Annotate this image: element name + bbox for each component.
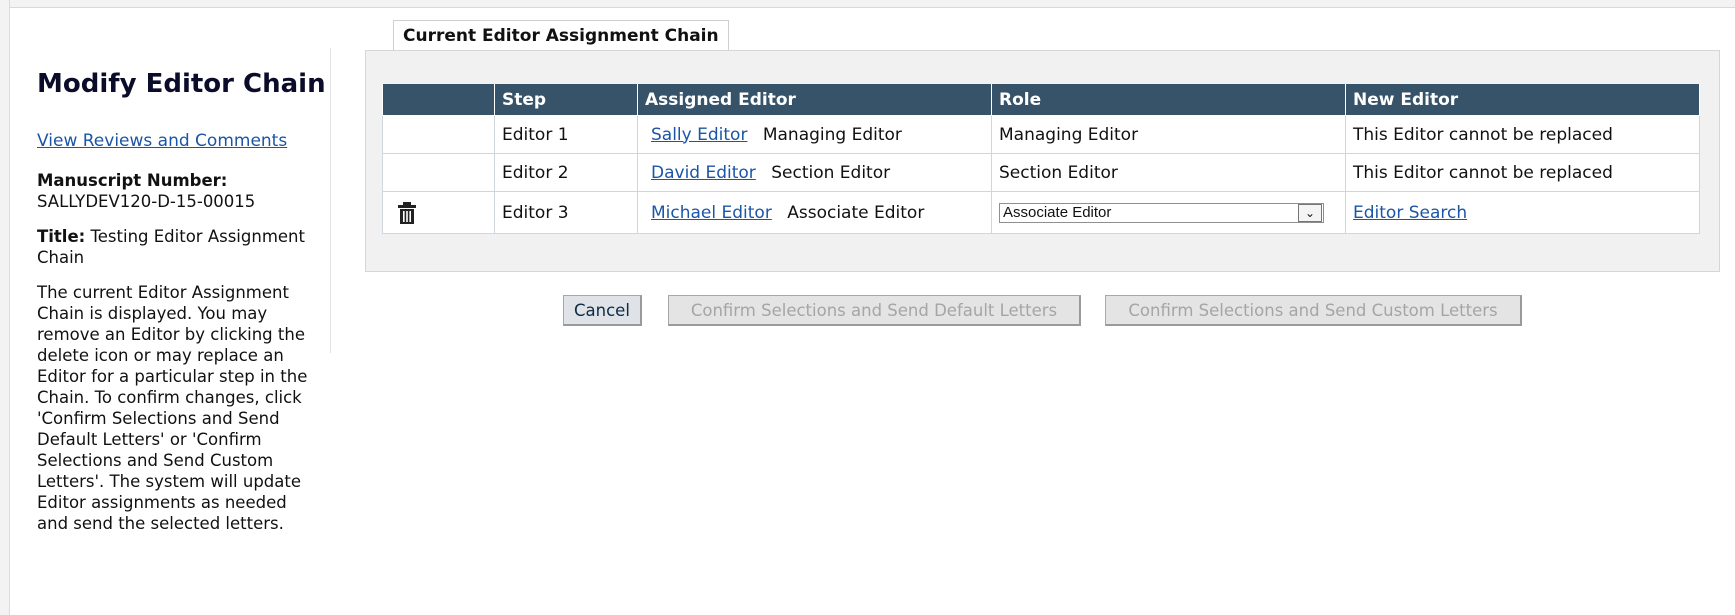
editor-chain-panel: Step Assigned Editor Role New Editor Edi… bbox=[365, 50, 1720, 272]
table-row: Editor 1 Sally Editor Managing Editor Ma… bbox=[382, 115, 1700, 154]
view-reviews-link[interactable]: View Reviews and Comments bbox=[37, 130, 322, 152]
title-block: Title: Testing Editor Assignment Chain bbox=[37, 226, 322, 268]
confirm-default-letters-button[interactable]: Confirm Selections and Send Default Lett… bbox=[668, 295, 1081, 326]
trash-icon[interactable] bbox=[397, 201, 417, 224]
editor-role-text: Section Editor bbox=[771, 162, 891, 183]
chevron-down-icon[interactable]: ⌄ bbox=[1298, 203, 1322, 222]
header-assigned-editor: Assigned Editor bbox=[637, 84, 992, 116]
new-editor-cell: This Editor cannot be replaced bbox=[1345, 115, 1700, 154]
role-cell: Section Editor bbox=[991, 153, 1346, 192]
cancel-button[interactable]: Cancel bbox=[563, 295, 642, 326]
header-role: Role bbox=[991, 84, 1346, 116]
manuscript-number-label: Manuscript Number: bbox=[37, 171, 228, 190]
new-editor-cell: Editor Search bbox=[1345, 191, 1700, 234]
editor-chain-table: Step Assigned Editor Role New Editor Edi… bbox=[382, 84, 1700, 234]
page-title: Modify Editor Chain bbox=[37, 69, 326, 99]
title-label: Title: bbox=[37, 227, 86, 246]
step-cell: Editor 2 bbox=[494, 153, 638, 192]
table-header-row: Step Assigned Editor Role New Editor bbox=[382, 84, 1700, 116]
role-select-value: Associate Editor bbox=[1003, 204, 1112, 222]
role-select[interactable]: Associate Editor ⌄ bbox=[999, 202, 1324, 223]
table-row: Editor 2 David Editor Section Editor Sec… bbox=[382, 153, 1700, 192]
window-top-border bbox=[0, 0, 1735, 8]
instructions-text: The current Editor Assignment Chain is d… bbox=[37, 283, 308, 533]
header-actions bbox=[382, 84, 495, 116]
header-step: Step bbox=[494, 84, 638, 116]
editor-search-link[interactable]: Editor Search bbox=[1353, 203, 1467, 223]
manuscript-number-value: SALLYDEV120-D-15-00015 bbox=[37, 192, 256, 211]
row-actions-cell bbox=[382, 191, 495, 234]
assigned-editor-cell: Michael Editor Associate Editor bbox=[637, 191, 992, 234]
role-cell: Associate Editor ⌄ bbox=[991, 191, 1346, 234]
sidebar: Modify Editor Chain View Reviews and Com… bbox=[37, 68, 326, 534]
tab-current-editor-chain[interactable]: Current Editor Assignment Chain bbox=[393, 20, 729, 50]
row-actions-cell bbox=[382, 153, 495, 192]
new-editor-cell: This Editor cannot be replaced bbox=[1345, 153, 1700, 192]
confirm-custom-letters-button[interactable]: Confirm Selections and Send Custom Lette… bbox=[1105, 295, 1522, 326]
manuscript-number-block: Manuscript Number: SALLYDEV120-D-15-0001… bbox=[37, 170, 322, 212]
editor-role-text: Managing Editor bbox=[762, 124, 902, 145]
step-cell: Editor 1 bbox=[494, 115, 638, 154]
editor-name-link[interactable]: David Editor bbox=[651, 163, 756, 183]
table-row: Editor 3 Michael Editor Associate Editor… bbox=[382, 191, 1700, 234]
editor-name-link[interactable]: Sally Editor bbox=[651, 125, 747, 145]
assigned-editor-cell: David Editor Section Editor bbox=[637, 153, 992, 192]
step-cell: Editor 3 bbox=[494, 191, 638, 234]
window-left-border bbox=[0, 0, 10, 615]
assigned-editor-cell: Sally Editor Managing Editor bbox=[637, 115, 992, 154]
row-actions-cell bbox=[382, 115, 495, 154]
role-cell: Managing Editor bbox=[991, 115, 1346, 154]
header-new-editor: New Editor bbox=[1345, 84, 1700, 116]
editor-name-link[interactable]: Michael Editor bbox=[651, 203, 772, 223]
sidebar-divider bbox=[330, 48, 331, 353]
editor-role-text: Associate Editor bbox=[787, 202, 925, 223]
